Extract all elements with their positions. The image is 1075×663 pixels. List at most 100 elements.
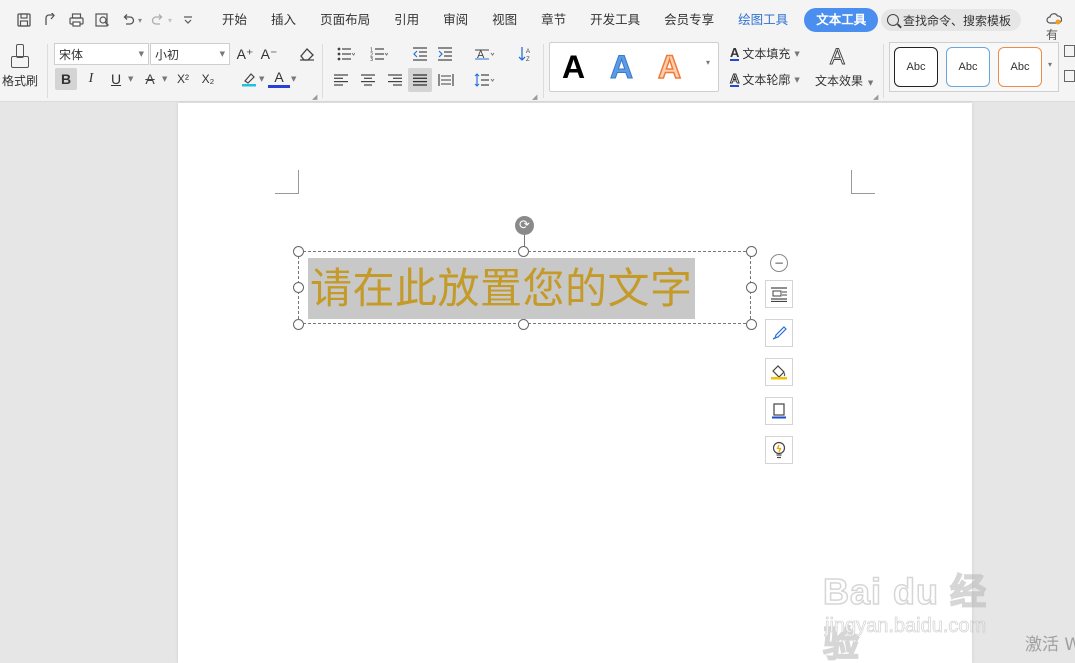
font-grow-button[interactable]: A⁺ <box>235 43 255 65</box>
border-icon <box>772 403 786 419</box>
justify-button[interactable] <box>408 68 432 92</box>
shape-style-black[interactable]: Abc <box>894 47 938 87</box>
increase-indent-button[interactable] <box>434 43 456 65</box>
resize-handle-bottom-left[interactable] <box>293 319 304 330</box>
underline-button[interactable]: U <box>105 68 127 90</box>
text-effect-button[interactable]: 文本效果 ▼ <box>815 72 873 89</box>
resize-handle-top-left[interactable] <box>293 246 304 257</box>
brush-icon <box>772 326 787 340</box>
smart-tips-button[interactable] <box>765 436 793 464</box>
wordart-style-black[interactable]: A <box>562 47 585 87</box>
sort-icon: AZ <box>518 47 530 62</box>
tab-developer[interactable]: 开发工具 <box>578 8 652 32</box>
menu-tabs: 开始 插入 页面布局 引用 审阅 视图 章节 开发工具 会员专享 绘图工具 文本… <box>210 8 879 32</box>
wordart-style-gallery: A A A <box>549 42 719 92</box>
dialog-launcher-icon[interactable]: ◢ <box>873 93 878 101</box>
text-box[interactable]: 请在此放置您的文字 <box>298 251 751 324</box>
tab-member[interactable]: 会员专享 <box>652 8 726 32</box>
font-family-select[interactable]: 宋体 ▼ <box>54 43 149 65</box>
redo-dropdown-icon[interactable]: ▾ <box>168 16 172 25</box>
font-family-value: 宋体 <box>59 47 84 62</box>
customize-icon[interactable] <box>178 10 198 30</box>
dialog-launcher-icon[interactable]: ◢ <box>312 93 317 101</box>
indent-icon <box>438 47 452 61</box>
wordart-style-orange[interactable]: A <box>657 47 682 87</box>
chevron-down-icon: ▼ <box>138 50 144 58</box>
tab-home[interactable]: 开始 <box>210 8 259 32</box>
align-center-button[interactable] <box>357 69 379 91</box>
save-icon[interactable] <box>14 10 34 30</box>
print-icon[interactable] <box>66 10 86 30</box>
cloud-sync[interactable]: 有 <box>1046 12 1075 43</box>
decrease-indent-button[interactable] <box>409 43 431 65</box>
subscript-button[interactable]: X₂ <box>197 68 219 90</box>
collapse-icon[interactable]: − <box>770 254 788 272</box>
text-outline-button[interactable]: A 文本轮廓 ▼ <box>729 71 800 88</box>
dialog-launcher-icon[interactable]: ◢ <box>532 93 537 101</box>
svg-text:A: A <box>526 49 530 55</box>
text-fill-button[interactable]: A 文本填充 ▼ <box>730 45 800 62</box>
font-color-button[interactable]: A <box>268 69 290 88</box>
superscript-button[interactable]: X² <box>172 68 194 90</box>
bullet-list-button[interactable] <box>333 43 359 65</box>
resize-handle-bottom[interactable] <box>518 319 529 330</box>
resize-handle-top-right[interactable] <box>746 246 757 257</box>
shape-outline-icon[interactable] <box>1064 70 1075 82</box>
undo-dropdown-icon[interactable]: ▾ <box>138 16 142 25</box>
shape-style-orange[interactable]: Abc <box>998 47 1042 87</box>
share-icon[interactable] <box>40 10 60 30</box>
text-box-content[interactable]: 请在此放置您的文字 <box>308 258 695 319</box>
wordart-style-blue[interactable]: A <box>609 47 633 87</box>
shape-style-blue[interactable]: Abc <box>946 47 990 87</box>
rotate-handle-icon[interactable]: ⟳ <box>515 216 534 235</box>
tab-insert[interactable]: 插入 <box>259 8 308 32</box>
tab-view[interactable]: 视图 <box>480 8 529 32</box>
italic-button[interactable]: I <box>80 68 102 90</box>
search-icon <box>887 14 899 26</box>
resize-handle-bottom-right[interactable] <box>746 319 757 330</box>
outline-button[interactable] <box>765 397 793 425</box>
resize-handle-left[interactable] <box>293 282 304 293</box>
resize-handle-right[interactable] <box>746 282 757 293</box>
highlight-button[interactable] <box>238 68 260 90</box>
font-shrink-button[interactable]: A⁻ <box>259 43 279 65</box>
font-size-select[interactable]: 小初 ▼ <box>150 43 230 65</box>
format-painter-button[interactable]: 格式刷 <box>0 40 46 98</box>
print-preview-icon[interactable] <box>92 10 112 30</box>
distribute-button[interactable] <box>435 69 457 91</box>
align-left-icon <box>334 74 348 86</box>
text-direction-button[interactable]: A <box>471 43 499 65</box>
resize-handle-top[interactable] <box>518 246 529 257</box>
tab-drawing-tools[interactable]: 绘图工具 <box>726 8 800 32</box>
gallery-more-icon[interactable]: ▾ <box>706 58 710 67</box>
command-search[interactable]: 查找命令、搜索模板 <box>881 9 1021 31</box>
align-right-button[interactable] <box>384 69 406 91</box>
layout-options-button[interactable] <box>765 280 793 308</box>
chevron-down-icon[interactable]: ▼ <box>291 75 296 83</box>
chevron-down-icon[interactable]: ▼ <box>259 75 264 83</box>
chevron-down-icon[interactable]: ▼ <box>128 75 133 83</box>
tab-page-layout[interactable]: 页面布局 <box>308 8 382 32</box>
text-effect-icon[interactable]: A <box>830 44 846 70</box>
line-spacing-button[interactable] <box>471 69 499 91</box>
tab-references[interactable]: 引用 <box>382 8 431 32</box>
chevron-down-icon: ▼ <box>219 50 225 58</box>
tab-review[interactable]: 审阅 <box>431 8 480 32</box>
strikethrough-button[interactable]: A <box>139 68 161 90</box>
clear-format-button[interactable] <box>296 43 318 65</box>
redo-icon[interactable] <box>148 10 168 30</box>
bold-button[interactable]: B <box>55 68 77 90</box>
text-effect-label: 文本效果 <box>815 74 864 88</box>
shape-style-button[interactable] <box>765 319 793 347</box>
gallery-more-icon[interactable]: ▾ <box>1048 60 1052 69</box>
align-left-button[interactable] <box>330 69 352 91</box>
undo-icon[interactable] <box>118 10 138 30</box>
sort-button[interactable]: AZ <box>516 43 536 65</box>
tab-text-tools[interactable]: 文本工具 <box>804 8 879 32</box>
numbered-list-button[interactable]: 123 <box>366 43 392 65</box>
chevron-down-icon[interactable]: ▼ <box>162 75 167 83</box>
chevron-down-icon: ▼ <box>794 75 800 84</box>
tab-sections[interactable]: 章节 <box>529 8 578 32</box>
shape-fill-icon[interactable] <box>1064 45 1075 57</box>
fill-button[interactable] <box>765 358 793 386</box>
